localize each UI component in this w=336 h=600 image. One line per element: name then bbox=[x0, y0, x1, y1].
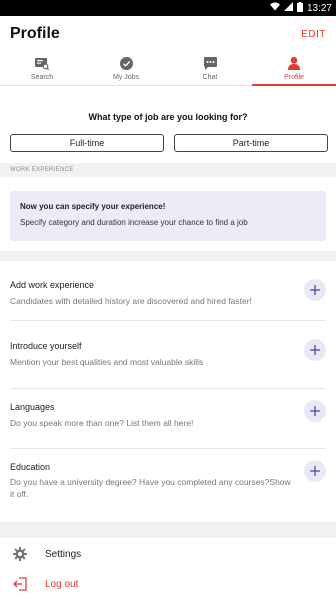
gear-icon bbox=[12, 546, 28, 562]
logout-label: Log out bbox=[45, 578, 79, 590]
tab-label: Profile bbox=[284, 73, 304, 81]
education-item[interactable]: Education Do you have a university degre… bbox=[0, 449, 336, 522]
item-description: Mention your best qualities and most val… bbox=[10, 357, 204, 367]
divider bbox=[10, 320, 326, 321]
tab-my-jobs[interactable]: My Jobs bbox=[84, 52, 168, 85]
chat-icon bbox=[203, 57, 217, 71]
wifi-icon bbox=[269, 2, 280, 14]
job-type-question: What type of job are you looking for? bbox=[88, 112, 248, 122]
plus-icon bbox=[310, 406, 320, 416]
tab-label: Chat bbox=[202, 73, 218, 81]
section-divider bbox=[0, 251, 336, 261]
tab-label: My Jobs bbox=[112, 73, 140, 81]
logout-icon bbox=[12, 576, 28, 592]
settings-row[interactable]: Settings bbox=[0, 540, 336, 568]
item-description: Do you speak more than one? List them al… bbox=[10, 418, 194, 428]
item-description: Candidates with detailed history are dis… bbox=[10, 296, 252, 306]
work-experience-header: WORK EXPERIENCE bbox=[0, 163, 336, 177]
bottom-tabs: Search My Jobs Chat Profile bbox=[0, 52, 336, 86]
item-title: Education bbox=[10, 462, 51, 472]
plus-icon bbox=[310, 345, 320, 355]
status-bar: 13:27 bbox=[0, 0, 336, 16]
plus-icon bbox=[310, 466, 320, 476]
signal-icon bbox=[283, 2, 293, 14]
item-title: Languages bbox=[10, 402, 55, 412]
edit-button[interactable]: EDIT bbox=[301, 29, 326, 40]
battery-icon bbox=[296, 1, 303, 15]
info-card-text: Specify category and duration increase y… bbox=[20, 218, 248, 227]
profile-content[interactable]: What type of job are you looking for? Fu… bbox=[0, 86, 336, 600]
app-bar: Profile EDIT bbox=[0, 16, 336, 52]
item-description: Do you have a university degree? Have yo… bbox=[10, 477, 291, 499]
part-time-button[interactable]: Part-time bbox=[174, 134, 328, 152]
plus-icon bbox=[310, 285, 320, 295]
languages-item[interactable]: Languages Do you speak more than one? Li… bbox=[0, 389, 336, 449]
settings-label: Settings bbox=[45, 548, 82, 560]
languages-button[interactable] bbox=[304, 400, 326, 422]
tab-chat[interactable]: Chat bbox=[168, 52, 252, 85]
logout-row[interactable]: Log out bbox=[0, 570, 336, 598]
add-work-experience-button[interactable] bbox=[304, 279, 326, 301]
tab-profile[interactable]: Profile bbox=[252, 52, 336, 86]
section-divider bbox=[0, 522, 336, 538]
check-circle-icon bbox=[119, 57, 133, 71]
introduce-yourself-item[interactable]: Introduce yourself Mention your best qua… bbox=[0, 329, 336, 389]
item-title: Introduce yourself bbox=[10, 341, 82, 351]
item-title: Add work experience bbox=[10, 280, 95, 290]
introduce-yourself-button[interactable] bbox=[304, 339, 326, 361]
experience-info-card: Now you can specify your experience! Spe… bbox=[10, 191, 326, 241]
status-time: 13:27 bbox=[306, 2, 332, 14]
full-time-button[interactable]: Full-time bbox=[10, 134, 164, 152]
tab-search[interactable]: Search bbox=[0, 52, 84, 85]
education-button[interactable] bbox=[304, 460, 326, 482]
job-type-section: What type of job are you looking for? Fu… bbox=[0, 86, 336, 163]
search-card-icon bbox=[35, 57, 49, 71]
tab-label: Search bbox=[30, 73, 54, 81]
info-card-title: Now you can specify your experience! bbox=[20, 202, 166, 211]
add-work-experience-item[interactable]: Add work experience Candidates with deta… bbox=[0, 261, 336, 321]
page-title: Profile bbox=[10, 25, 60, 42]
person-icon bbox=[287, 57, 301, 71]
